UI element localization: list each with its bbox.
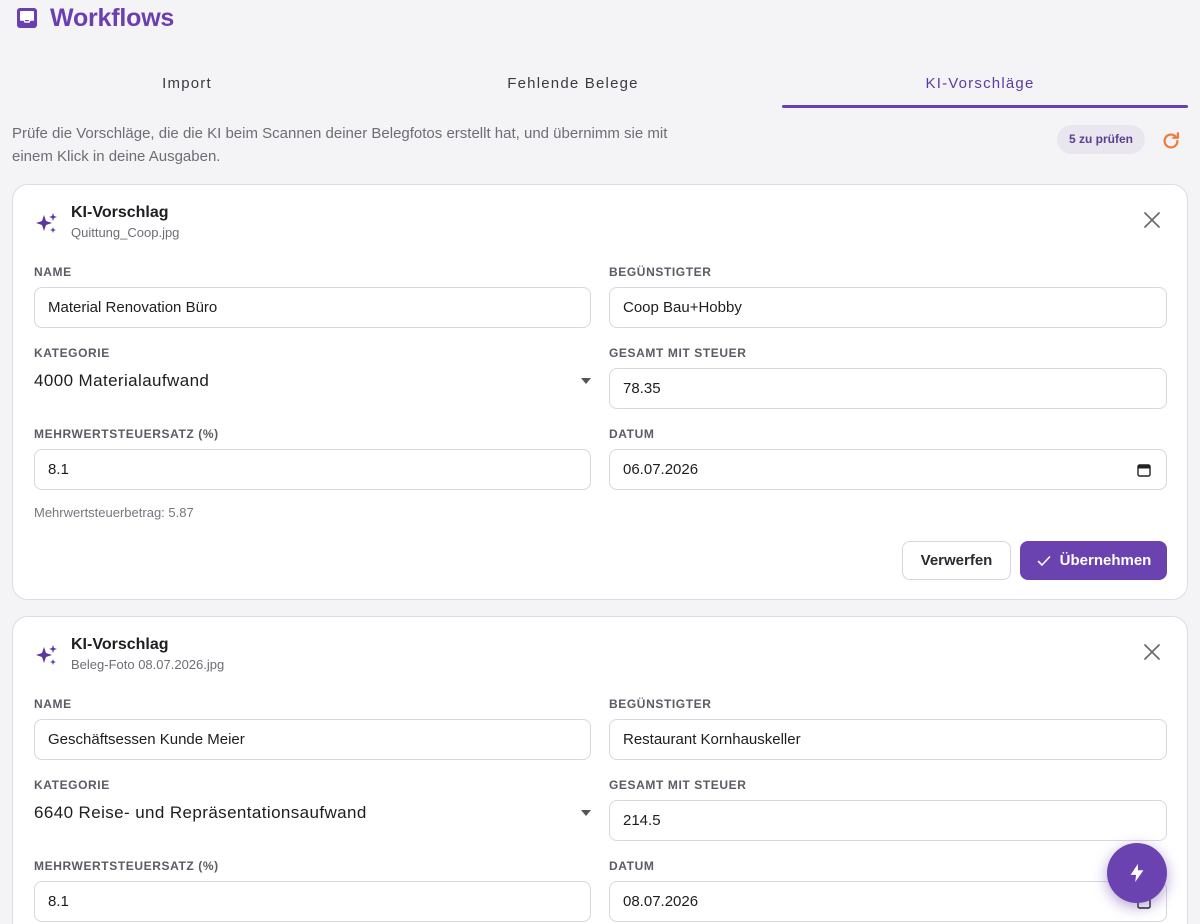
- inbox-icon: [14, 5, 40, 31]
- total-input[interactable]: 214.5: [609, 800, 1167, 841]
- date-value: 08.07.2026: [623, 893, 699, 910]
- source-file-name: Beleg-Foto 08.07.2026.jpg: [71, 657, 225, 672]
- category-label: KATEGORIE: [34, 346, 110, 360]
- card-header: KI-Vorschlag Quittung_Coop.jpg: [33, 203, 179, 243]
- quick-action-button[interactable]: [1107, 843, 1167, 903]
- category-select[interactable]: 4000 Materialaufwand: [34, 366, 591, 396]
- payee-label: BEGÜNSTIGTER: [609, 697, 712, 711]
- suggestion-card: KI-Vorschlag Quittung_Coop.jpg NAME Mate…: [12, 184, 1188, 600]
- name-label: NAME: [34, 697, 72, 711]
- page-header: Workflows: [14, 2, 174, 34]
- page-title: Workflows: [50, 3, 175, 32]
- check-icon: [1037, 555, 1050, 566]
- vat-amount-hint: Mehrwertsteuerbetrag: 5.87: [34, 505, 194, 520]
- date-input[interactable]: 08.07.2026: [609, 881, 1167, 922]
- total-label: GESAMT MIT STEUER: [609, 346, 747, 360]
- intro-text: Prüfe die Vorschläge, die die KI beim Sc…: [12, 125, 668, 165]
- chevron-down-icon: [581, 378, 591, 384]
- lightning-icon: [1130, 863, 1144, 883]
- payee-input[interactable]: Restaurant Kornhauskeller: [609, 719, 1167, 760]
- payee-label: BEGÜNSTIGTER: [609, 265, 712, 279]
- category-select[interactable]: 6640 Reise- und Repräsentationsaufwand: [34, 798, 591, 828]
- accept-button[interactable]: Übernehmen: [1020, 541, 1167, 580]
- date-label: DATUM: [609, 427, 655, 441]
- name-input[interactable]: Geschäftsessen Kunde Meier: [34, 719, 591, 760]
- vat-rate-label: MEHRWERTSTEUERSATZ (%): [34, 427, 219, 441]
- card-header: KI-Vorschlag Beleg-Foto 08.07.2026.jpg: [33, 635, 224, 675]
- total-label: GESAMT MIT STEUER: [609, 778, 747, 792]
- refresh-icon[interactable]: [1158, 128, 1184, 154]
- vat-rate-input[interactable]: 8.1: [34, 449, 591, 490]
- category-label: KATEGORIE: [34, 778, 110, 792]
- sparkle-icon: [36, 213, 57, 233]
- card-title: KI-Vorschlag: [71, 204, 169, 221]
- tab-import[interactable]: Import: [0, 62, 374, 108]
- sparkle-icon: [36, 645, 57, 665]
- tab-missing-receipts[interactable]: Fehlende Belege: [374, 62, 772, 108]
- date-label: DATUM: [609, 859, 655, 873]
- source-file-name: Quittung_Coop.jpg: [71, 225, 180, 240]
- total-input[interactable]: 78.35: [609, 368, 1167, 409]
- workflow-tabs: Import Fehlende Belege KI-Vorschläge: [0, 62, 1188, 108]
- calendar-icon[interactable]: [1136, 462, 1152, 478]
- vat-rate-label: MEHRWERTSTEUERSATZ (%): [34, 859, 219, 873]
- close-icon[interactable]: [1143, 643, 1161, 661]
- category-value: 6640 Reise- und Repräsentationsaufwand: [34, 803, 367, 822]
- pending-count-badge: 5 zu prüfen: [1057, 125, 1146, 154]
- close-icon[interactable]: [1143, 211, 1161, 229]
- name-label: NAME: [34, 265, 72, 279]
- chevron-down-icon: [581, 810, 591, 816]
- suggestion-card: KI-Vorschlag Beleg-Foto 08.07.2026.jpg N…: [12, 616, 1188, 924]
- discard-button[interactable]: Verwerfen: [902, 541, 1011, 580]
- name-input[interactable]: Material Renovation Büro: [34, 287, 591, 328]
- date-input[interactable]: 06.07.2026: [609, 449, 1167, 490]
- card-title: KI-Vorschlag: [71, 636, 169, 653]
- tab-ai-suggestions[interactable]: KI-Vorschläge: [772, 62, 1188, 108]
- payee-input[interactable]: Coop Bau+Hobby: [609, 287, 1167, 328]
- accept-label: Übernehmen: [1059, 552, 1152, 569]
- vat-rate-input[interactable]: 8.1: [34, 881, 591, 922]
- category-value: 4000 Materialaufwand: [34, 371, 210, 390]
- date-value: 06.07.2026: [623, 461, 699, 478]
